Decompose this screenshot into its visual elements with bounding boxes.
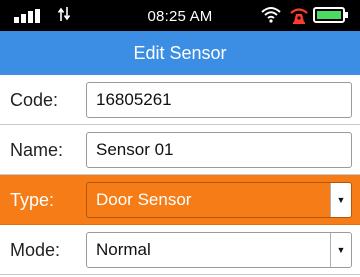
mode-select[interactable]: Normal ▼ xyxy=(86,232,352,268)
name-value: Sensor 01 xyxy=(96,140,174,159)
name-label: Name: xyxy=(10,140,64,160)
status-bar: 08:25 AM xyxy=(0,0,360,31)
page-title: Edit Sensor xyxy=(0,31,360,75)
alarm-icon xyxy=(289,5,309,30)
type-row: Type: Door Sensor ▼ xyxy=(0,175,360,225)
type-label: Type: xyxy=(10,190,55,210)
chevron-down-icon: ▼ xyxy=(336,194,346,205)
type-dropdown-button[interactable]: ▼ xyxy=(330,183,351,217)
code-row: Code: 16805261 xyxy=(0,75,360,125)
wifi-icon xyxy=(260,5,282,28)
code-label: Code: xyxy=(10,90,59,110)
chevron-down-icon: ▼ xyxy=(336,244,346,255)
code-value: 16805261 xyxy=(96,90,172,109)
mode-dropdown-button[interactable]: ▼ xyxy=(330,233,351,267)
mode-row: Mode: Normal ▼ xyxy=(0,225,360,275)
type-value: Door Sensor xyxy=(96,190,192,209)
code-field[interactable]: 16805261 xyxy=(86,82,352,118)
name-row: Name: Sensor 01 xyxy=(0,125,360,175)
type-select[interactable]: Door Sensor ▼ xyxy=(86,182,352,218)
mode-label: Mode: xyxy=(10,240,61,260)
name-field[interactable]: Sensor 01 xyxy=(86,132,352,168)
mode-value: Normal xyxy=(96,240,151,259)
battery-icon xyxy=(313,7,349,28)
